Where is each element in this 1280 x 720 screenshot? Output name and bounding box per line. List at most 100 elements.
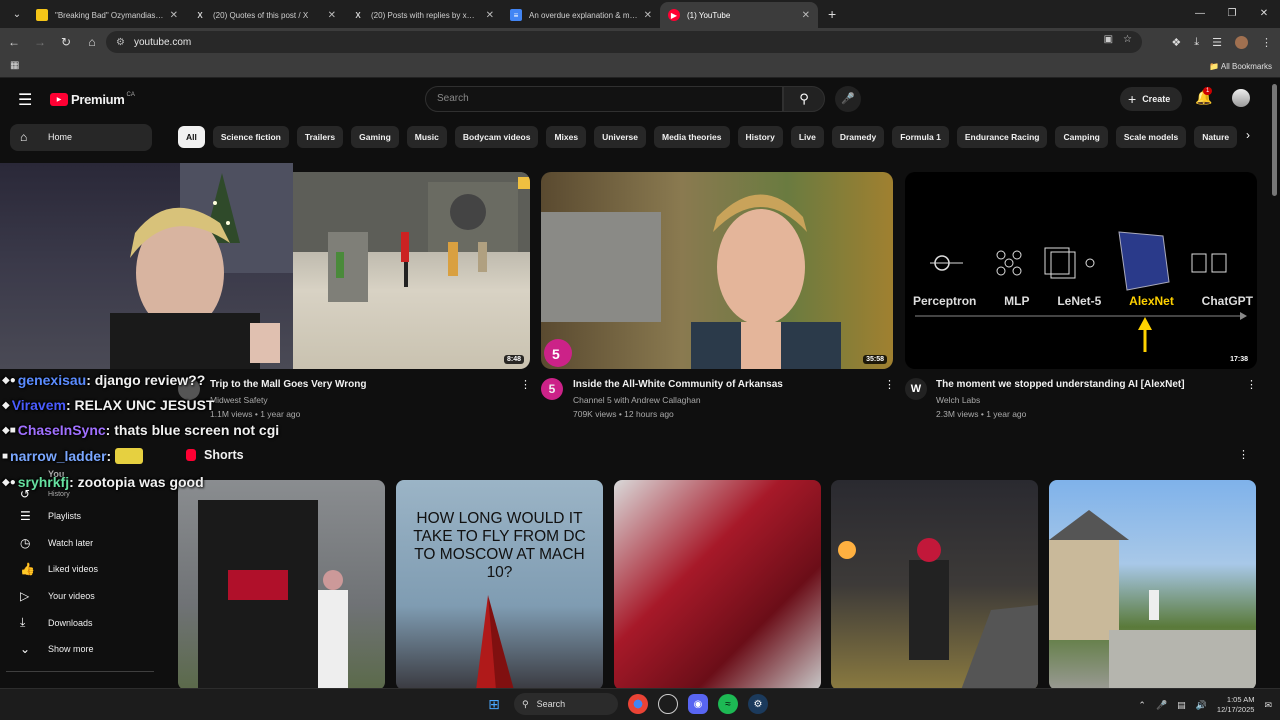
- channel-avatar[interactable]: 5: [541, 378, 563, 400]
- chip[interactable]: Music: [406, 126, 447, 148]
- sidebar-item-watch-later[interactable]: ◷ Watch later: [0, 530, 160, 557]
- sidebar-item-your-videos[interactable]: ▷ Your videos: [0, 583, 160, 610]
- chip[interactable]: Media theories: [653, 126, 730, 148]
- close-tab-icon[interactable]: ✕: [802, 10, 810, 21]
- forward-icon[interactable]: →: [28, 35, 52, 49]
- tab-search-icon[interactable]: ⌄: [6, 4, 28, 24]
- url-field[interactable]: ⚙ youtube.com ▣ ☆: [106, 31, 1142, 53]
- sidebar-item-playlists[interactable]: ☰ Playlists: [0, 503, 160, 530]
- install-app-icon[interactable]: ▣: [1104, 34, 1113, 45]
- restore-icon[interactable]: ❐: [1216, 0, 1248, 28]
- video-title[interactable]: Trip to the Mall Goes Very Wrong: [210, 379, 367, 390]
- search-icon[interactable]: ⚲: [783, 86, 825, 112]
- short-thumbnail[interactable]: [831, 480, 1038, 688]
- chip[interactable]: Endurance Racing: [956, 126, 1048, 148]
- browser-tab[interactable]: X (20) Quotes of this post / X ✕: [186, 2, 344, 28]
- more-options-icon[interactable]: ⋮: [884, 378, 895, 391]
- home-icon[interactable]: ⌂: [80, 35, 104, 49]
- youtube-logo[interactable]: ▶ Premium CA: [50, 92, 135, 107]
- sidebar-item-downloads[interactable]: ⤓ Downloads: [0, 609, 160, 636]
- short-thumbnail[interactable]: HOW LONG WOULD IT TAKE TO FLY FROM DC TO…: [396, 480, 603, 688]
- shorts-more-options-icon[interactable]: ⋮: [1238, 448, 1249, 461]
- chip[interactable]: Nature: [1194, 126, 1238, 148]
- sidebar-label: Home: [48, 132, 73, 143]
- video-title[interactable]: Inside the All-White Community of Arkans…: [573, 379, 783, 390]
- chip-all[interactable]: All: [178, 126, 205, 148]
- site-info-icon[interactable]: ⚙: [116, 37, 125, 48]
- chevron-right-icon[interactable]: ›: [1246, 128, 1250, 142]
- more-options-icon[interactable]: ⋮: [1246, 378, 1257, 391]
- notification-icon[interactable]: ✉: [1264, 700, 1272, 711]
- search-input[interactable]: Search: [425, 86, 783, 112]
- taskbar-search[interactable]: ⚲ Search: [514, 693, 618, 715]
- chat-message: ◆ Viravem: RELAX UNC JESUST: [2, 397, 215, 413]
- steam-icon[interactable]: ⚙: [748, 694, 768, 714]
- chip[interactable]: History: [737, 126, 783, 148]
- bookmark-star-icon[interactable]: ☆: [1123, 34, 1132, 45]
- sidebar-item-show-more[interactable]: ⌄ Show more: [0, 636, 160, 663]
- video-thumbnail[interactable]: 5 35:58: [541, 172, 893, 369]
- all-bookmarks[interactable]: 📁 All Bookmarks: [1209, 62, 1272, 71]
- chip[interactable]: Science fiction: [212, 126, 289, 148]
- spotify-icon[interactable]: ≈: [718, 694, 738, 714]
- browser-tab-active[interactable]: ▶ (1) YouTube ✕: [660, 2, 818, 28]
- chrome-icon[interactable]: [628, 694, 648, 714]
- channel-name[interactable]: Welch Labs: [936, 395, 980, 405]
- system-clock[interactable]: 1:05 AM 12/17/2025: [1217, 695, 1255, 715]
- channel-name[interactable]: Channel 5 with Andrew Callaghan: [573, 395, 701, 405]
- chip[interactable]: Gaming: [351, 126, 399, 148]
- video-title[interactable]: The moment we stopped understanding AI […: [936, 379, 1185, 390]
- tab-search-list-icon[interactable]: ☰: [1212, 36, 1222, 49]
- chat-badge-icon: ◆: [2, 399, 10, 411]
- close-tab-icon[interactable]: ✕: [486, 10, 494, 21]
- more-options-icon[interactable]: ⋮: [520, 378, 531, 391]
- windows-start-icon[interactable]: ⊞: [484, 694, 504, 714]
- chip[interactable]: Dramedy: [831, 126, 885, 148]
- chip[interactable]: Formula 1: [892, 126, 949, 148]
- sidebar-item-home[interactable]: ⌂ Home: [10, 124, 152, 151]
- channel-name[interactable]: Midwest Safety: [210, 395, 268, 405]
- short-thumbnail[interactable]: [614, 480, 821, 688]
- discord-icon[interactable]: ◉: [688, 694, 708, 714]
- profile-avatar[interactable]: [1235, 35, 1248, 49]
- minimize-icon[interactable]: —: [1184, 0, 1216, 28]
- chip[interactable]: Trailers: [296, 126, 344, 148]
- chip[interactable]: Bodycam videos: [454, 126, 539, 148]
- menu-icon[interactable]: ☰: [18, 90, 32, 110]
- volume-icon[interactable]: 🔊: [1196, 700, 1207, 711]
- account-avatar[interactable]: [1232, 89, 1250, 107]
- thumb-label: LeNet-5: [1057, 294, 1102, 308]
- create-button[interactable]: + Create: [1120, 87, 1183, 111]
- sidebar-item-liked-videos[interactable]: 👍 Liked videos: [0, 556, 160, 583]
- back-icon[interactable]: ←: [2, 35, 26, 49]
- download-icon[interactable]: ⤓: [1194, 36, 1199, 49]
- chip[interactable]: Mixes: [546, 126, 587, 148]
- chip[interactable]: Universe: [594, 126, 646, 148]
- extensions-icon[interactable]: ❖: [1171, 36, 1181, 49]
- reload-icon[interactable]: ↻: [54, 35, 78, 49]
- video-thumbnail[interactable]: Perceptron MLP LeNet-5 AlexNet ChatGPT 1…: [905, 172, 1257, 369]
- tray-chevron-up-icon[interactable]: ⌃: [1138, 700, 1146, 711]
- notifications-bell-icon[interactable]: 🔔 1: [1195, 87, 1212, 106]
- close-window-icon[interactable]: ✕: [1248, 0, 1280, 28]
- browser-tab[interactable]: ≡ An overdue explanation & mov ✕: [502, 2, 660, 28]
- chip[interactable]: Camping: [1055, 126, 1108, 148]
- chip[interactable]: Scale models: [1115, 126, 1187, 148]
- close-tab-icon[interactable]: ✕: [644, 10, 652, 21]
- microphone-icon[interactable]: 🎤: [835, 86, 861, 112]
- close-tab-icon[interactable]: ✕: [328, 10, 336, 21]
- microphone-icon[interactable]: 🎤: [1156, 700, 1167, 711]
- network-icon[interactable]: ▤: [1177, 700, 1186, 711]
- browser-tab[interactable]: X (20) Posts with replies by xQc (@ ✕: [344, 2, 502, 28]
- close-tab-icon[interactable]: ✕: [170, 10, 178, 21]
- channel-avatar[interactable]: W: [905, 378, 927, 400]
- short-thumbnail[interactable]: [178, 480, 385, 688]
- browser-menu-icon[interactable]: ⋮: [1261, 36, 1272, 49]
- page-scrollbar[interactable]: [1272, 84, 1277, 196]
- apps-grid-icon[interactable]: ▦: [10, 60, 19, 71]
- browser-tab[interactable]: "Breaking Bad" Ozymandias (TV ✕: [28, 2, 186, 28]
- chip[interactable]: Live: [790, 126, 824, 148]
- new-tab-button[interactable]: +: [828, 6, 836, 22]
- obs-icon[interactable]: [658, 694, 678, 714]
- short-thumbnail[interactable]: [1049, 480, 1256, 688]
